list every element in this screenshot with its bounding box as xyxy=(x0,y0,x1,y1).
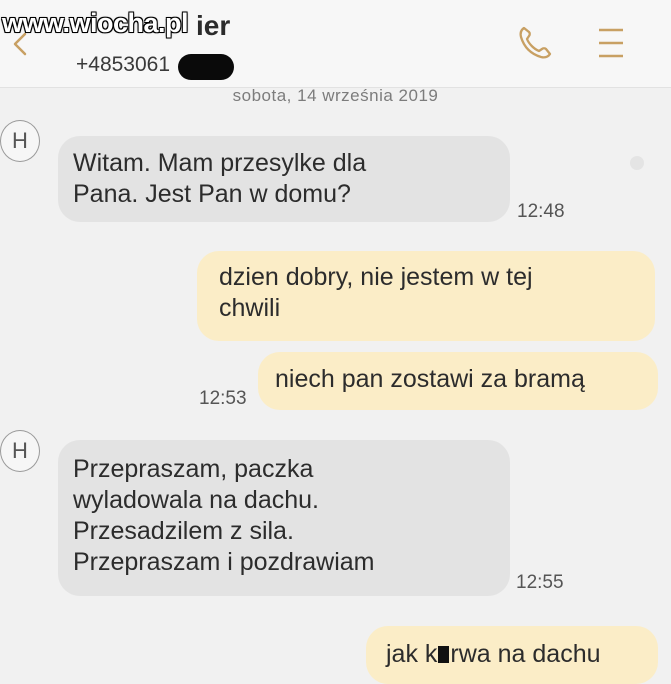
message-line: Przepraszam i pozdrawiam xyxy=(73,548,375,576)
status-dot xyxy=(630,156,644,170)
message-bubble-outgoing[interactable]: niech pan zostawi za bramą xyxy=(258,352,658,410)
message-text: rwa na dachu xyxy=(450,640,601,668)
conversation-header: ier +4853061 www.wiocha.pl xyxy=(0,0,671,88)
message-time: 12:53 xyxy=(199,388,247,409)
phone-icon[interactable] xyxy=(514,22,556,64)
sender-avatar[interactable]: H xyxy=(0,120,40,162)
censor-block xyxy=(438,646,450,663)
message-bubble-outgoing[interactable]: dzien dobry, nie jestem w tej chwili xyxy=(197,251,655,341)
message-line: chwili xyxy=(219,294,281,322)
contact-number: +4853061 xyxy=(76,53,171,76)
message-line: Pana. Jest Pan w domu? xyxy=(73,180,351,208)
watermark: www.wiocha.pl xyxy=(2,8,189,38)
message-line: Witam. Mam przesylke dla xyxy=(73,149,367,177)
message-time: 12:55 xyxy=(516,572,564,593)
message-bubble-incoming[interactable]: Przepraszam, paczka wyladowala na dachu.… xyxy=(58,440,510,596)
message-line: Przepraszam, paczka xyxy=(73,455,314,483)
date-separator: sobota, 14 września 2019 xyxy=(232,86,439,105)
contact-name: ier xyxy=(196,10,231,41)
message-text: jak k xyxy=(386,640,438,668)
message-bubble-incoming[interactable]: Witam. Mam przesylke dla Pana. Jest Pan … xyxy=(58,136,510,222)
message-line: Przesadzilem z sila. xyxy=(73,517,294,545)
redaction-mark xyxy=(178,54,234,80)
message-bubble-outgoing[interactable]: jak k rwa na dachu xyxy=(366,626,658,684)
sender-avatar[interactable]: H xyxy=(0,430,40,472)
message-line: dzien dobry, nie jestem w tej xyxy=(219,263,533,291)
message-time: 12:48 xyxy=(517,201,565,222)
menu-icon[interactable] xyxy=(596,25,626,61)
message-line: niech pan zostawi za bramą xyxy=(275,365,585,393)
message-line: wyladowala na dachu. xyxy=(73,486,319,514)
